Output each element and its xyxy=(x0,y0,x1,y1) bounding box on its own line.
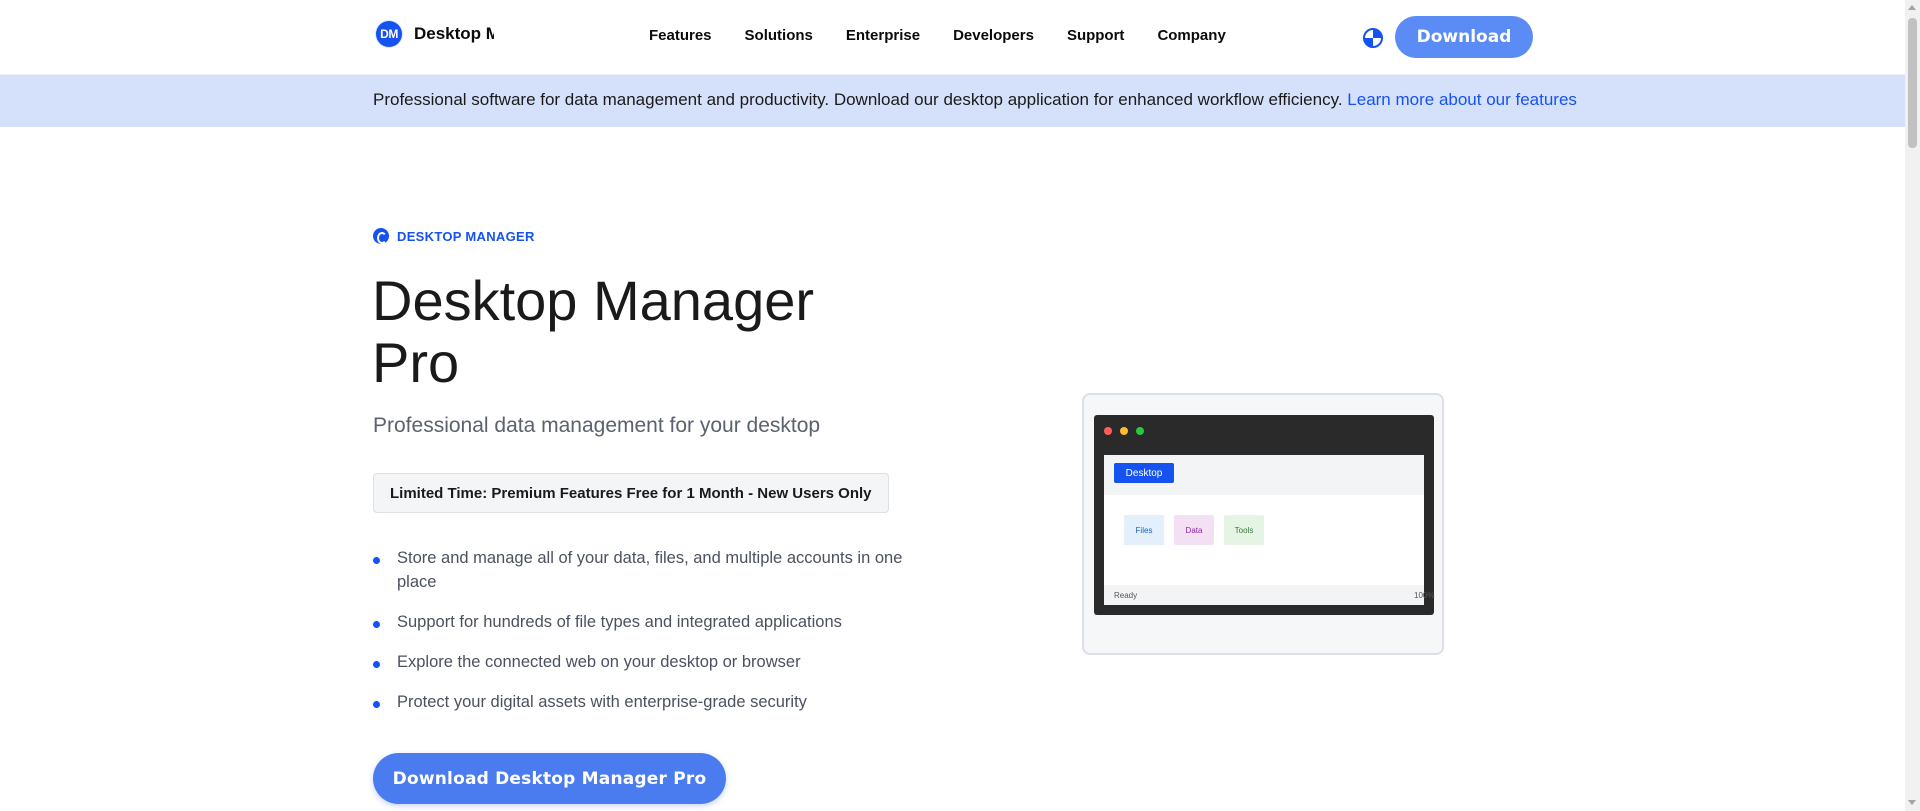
app-tile-data: Data xyxy=(1174,515,1214,545)
app-titlebar xyxy=(1094,415,1434,445)
nav-item-features[interactable]: Features xyxy=(649,27,712,44)
feature-item: Store and manage all of your data, files… xyxy=(373,546,903,594)
app-zoom-level: 100% xyxy=(1414,591,1435,600)
app-tab-desktop: Desktop xyxy=(1114,463,1174,483)
banner-text: Professional software for data managemen… xyxy=(373,90,1343,109)
minimize-dot-icon xyxy=(1120,427,1128,435)
feature-list: Store and manage all of your data, files… xyxy=(373,546,903,730)
scroll-down-arrow-icon[interactable] xyxy=(1908,800,1916,805)
main-nav: Features Solutions Enterprise Developers… xyxy=(649,27,1259,44)
header-download-button[interactable]: Download xyxy=(1395,16,1533,58)
promo-badge: Limited Time: Premium Features Free for … xyxy=(373,473,889,513)
contrast-icon[interactable] xyxy=(1363,28,1383,48)
brand-name: Desktop Manager xyxy=(414,24,494,43)
app-status-bar: Ready 100% xyxy=(1104,585,1434,605)
maximize-dot-icon xyxy=(1136,427,1144,435)
brand-mark-icon xyxy=(373,228,389,244)
brand[interactable]: DM Desktop Manager xyxy=(376,21,494,47)
app-preview-card: Desktop Files Data Tools Ready 100% xyxy=(1082,393,1444,655)
close-dot-icon xyxy=(1104,427,1112,435)
nav-item-enterprise[interactable]: Enterprise xyxy=(846,27,920,44)
app-tile-tools: Tools xyxy=(1224,515,1264,545)
app-status-text: Ready xyxy=(1114,591,1138,600)
page-title: Desktop Manager Pro xyxy=(372,269,815,394)
nav-item-developers[interactable]: Developers xyxy=(953,27,1034,44)
app-window-mockup: Desktop Files Data Tools Ready 100% xyxy=(1094,415,1434,615)
scrollbar-thumb[interactable] xyxy=(1908,18,1917,148)
nav-item-company[interactable]: Company xyxy=(1157,27,1225,44)
download-pro-button[interactable]: Download Desktop Manager Pro xyxy=(373,753,726,804)
scroll-up-arrow-icon[interactable] xyxy=(1908,5,1916,10)
app-body: Desktop Files Data Tools Ready 100% xyxy=(1104,455,1434,605)
nav-item-solutions[interactable]: Solutions xyxy=(745,27,813,44)
brand-logo: DM xyxy=(376,21,402,47)
feature-item: Protect your digital assets with enterpr… xyxy=(373,690,903,714)
feature-item: Support for hundreds of file types and i… xyxy=(373,610,903,634)
app-tile-files: Files xyxy=(1124,515,1164,545)
page-scrollbar[interactable] xyxy=(1905,0,1920,811)
app-toolbar: Desktop xyxy=(1104,455,1424,495)
eyebrow: DESKTOP MANAGER xyxy=(373,228,535,244)
eyebrow-label: DESKTOP MANAGER xyxy=(397,228,535,244)
banner-content: Professional software for data managemen… xyxy=(373,90,1577,110)
page-subtitle: Professional data management for your de… xyxy=(373,414,821,437)
banner-learn-more-link[interactable]: Learn more about our features xyxy=(1347,90,1577,109)
site-header: DM Desktop Manager Features Solutions En… xyxy=(0,0,1905,75)
nav-item-support[interactable]: Support xyxy=(1067,27,1125,44)
info-banner: Professional software for data managemen… xyxy=(0,75,1905,127)
feature-item: Explore the connected web on your deskto… xyxy=(373,650,903,674)
